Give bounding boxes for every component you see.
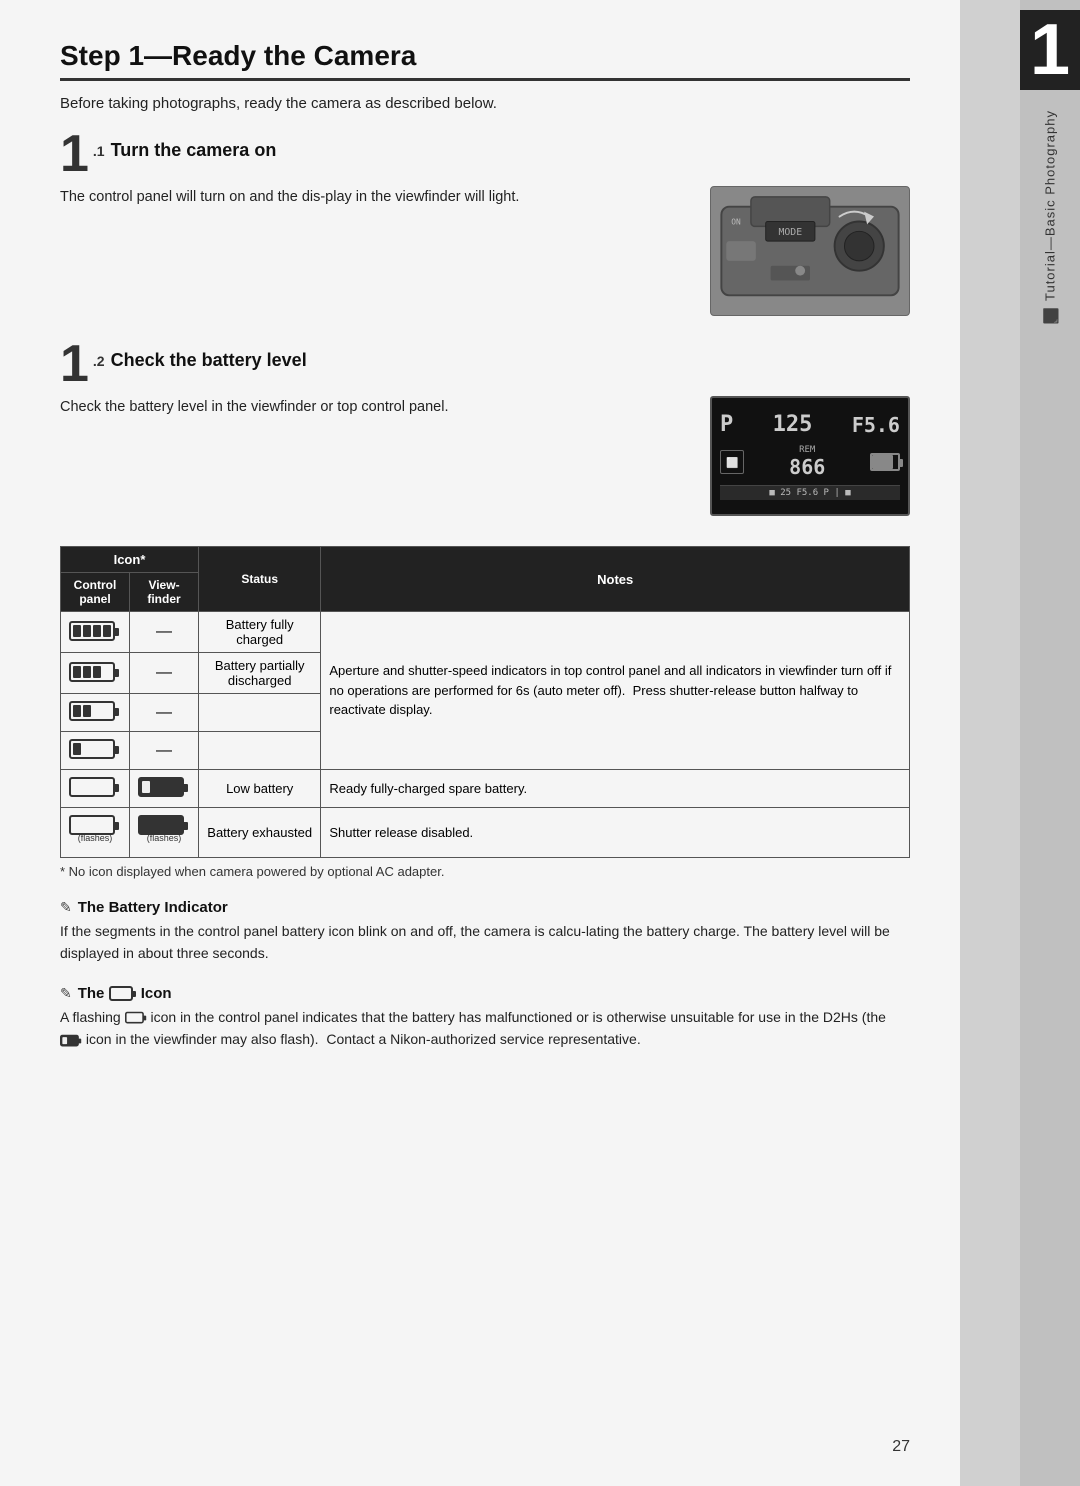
pencil-icon-2: ✎: [60, 985, 72, 1002]
pencil-icon-1: ✎: [60, 899, 72, 916]
battery-indicator-note: ✎ The Battery Indicator If the segments …: [60, 899, 910, 965]
status-6: Battery exhausted: [199, 808, 321, 858]
step-2-sub: .2: [93, 347, 105, 369]
step-1-number: 1: [60, 128, 89, 180]
note-title-2: The Icon: [78, 985, 172, 1002]
icon-note: ✎ The Icon A flashing icon in the contro…: [60, 985, 910, 1051]
note-body-2: A flashing icon in the control panel ind…: [60, 1006, 910, 1051]
svg-text:(flashes): (flashes): [147, 833, 182, 843]
step-1-sub: .1: [93, 137, 105, 159]
svg-text:MODE: MODE: [778, 227, 802, 238]
table-header-finder: View-finder: [130, 573, 199, 612]
intro-text: Before taking photographs, ready the cam…: [60, 95, 910, 112]
table-header-icon: Icon*: [61, 547, 199, 573]
status-1: Battery fully charged: [199, 612, 321, 653]
step-1-text: The control panel will turn on and the d…: [60, 186, 690, 209]
step-2-text: Check the battery level in the viewfinde…: [60, 396, 690, 419]
tab-text: Tutorial—Basic Photography: [1043, 110, 1058, 301]
inline-battery-icon-2: [60, 1034, 82, 1048]
step-1-section: 1 .1 Turn the camera on The control pane…: [60, 136, 910, 316]
table-row: — Battery fully charged Aperture and shu…: [61, 612, 910, 653]
note-body-1: If the segments in the control panel bat…: [60, 920, 910, 965]
battery-med-icon: [69, 699, 121, 723]
svg-text:ON: ON: [731, 217, 741, 226]
finder-icon-4: —: [130, 732, 199, 770]
note-header-2: ✎ The Icon: [60, 985, 910, 1002]
battery-full-icon: [69, 619, 121, 643]
battery-icon-med: [61, 694, 130, 732]
battery-table: Icon* Status Notes Controlpanel View-fin…: [60, 546, 910, 858]
inline-battery-icon: [125, 1011, 147, 1025]
notes-1: Aperture and shutter-speed indicators in…: [321, 612, 910, 770]
finder-icon-2: —: [130, 653, 199, 694]
step-2-section: 1 .2 Check the battery level Check the b…: [60, 346, 910, 516]
finder-icon-1: —: [130, 612, 199, 653]
lcd-bottom-text: ■ 25 F5.6 P | ■: [769, 488, 850, 498]
svg-text:(flashes): (flashes): [78, 833, 113, 843]
battery-icon-high: [61, 653, 130, 694]
tab-number: 1: [1020, 10, 1080, 90]
status-4: [199, 732, 321, 770]
tab-icon: ⬛: [1041, 307, 1059, 324]
table-row: (flashes) (flashes) Battery exhausted Sh…: [61, 808, 910, 858]
finder-icon-6: (flashes): [130, 808, 199, 858]
battery-icon-exhausted: (flashes): [61, 808, 130, 858]
step-2-body: Check the battery level in the viewfinde…: [60, 396, 910, 516]
page-number: 27: [892, 1438, 910, 1456]
right-tab: 1 ⬛ Tutorial—Basic Photography: [1020, 0, 1080, 1486]
main-content: Step 1—Ready the Camera Before taking ph…: [0, 0, 960, 1486]
battery-icon-full: [61, 612, 130, 653]
notes-5: Ready fully-charged spare battery.: [321, 770, 910, 808]
lcd-panel: P 125 F5.6 ⬜ REM 866: [710, 396, 910, 516]
step-1-header: 1 .1 Turn the camera on: [60, 136, 910, 180]
status-2: Battery partially discharged: [199, 653, 321, 694]
lcd-shutter: 125: [773, 412, 813, 437]
lcd-aperture: F5.6: [852, 413, 900, 437]
battery-table-wrapper: Icon* Status Notes Controlpanel View-fin…: [60, 546, 910, 879]
status-5: Low battery: [199, 770, 321, 808]
status-3: [199, 694, 321, 732]
table-header-notes: Notes: [321, 547, 910, 612]
notes-6: Shutter release disabled.: [321, 808, 910, 858]
table-header-status: Status: [199, 547, 321, 612]
battery-low-small-icon: [69, 737, 121, 761]
table-footnote: * No icon displayed when camera powered …: [60, 864, 910, 879]
step-1-body: The control panel will turn on and the d…: [60, 186, 910, 316]
step-2-header: 1 .2 Check the battery level: [60, 346, 910, 390]
battery-high-icon: [69, 660, 121, 684]
lcd-rem-value: 866: [789, 455, 825, 479]
battery-icon-low: [61, 770, 130, 808]
table-header-control: Controlpanel: [61, 573, 130, 612]
step-2-number: 1: [60, 338, 89, 390]
battery-exhausted-icon: (flashes): [69, 813, 121, 849]
step-1-image: MODE ON: [710, 186, 910, 316]
finder-icon-5: [130, 770, 199, 808]
table-row: Low battery Ready fully-charged spare ba…: [61, 770, 910, 808]
lcd-rem-label: REM: [789, 445, 825, 455]
note-title-1: The Battery Indicator: [78, 899, 228, 916]
battery-low-finder-icon: [138, 775, 190, 799]
battery-exhausted-finder-icon: (flashes): [138, 813, 190, 849]
lcd-top-row: P 125 F5.6: [720, 412, 900, 437]
tab-label: ⬛ Tutorial—Basic Photography: [1041, 110, 1059, 324]
note-header-1: ✎ The Battery Indicator: [60, 899, 910, 916]
lcd-mode: P: [720, 412, 733, 437]
finder-icon-3: —: [130, 694, 199, 732]
lcd-bottom-bar: ■ 25 F5.6 P | ■: [720, 485, 900, 500]
the-icon-battery: [109, 986, 137, 1002]
battery-icon-low-small: [61, 732, 130, 770]
battery-low-icon: [69, 775, 121, 799]
step-1-title: Turn the camera on: [107, 136, 277, 161]
page-title: Step 1—Ready the Camera: [60, 40, 910, 81]
step-2-title: Check the battery level: [107, 346, 307, 371]
camera-diagram: MODE ON: [711, 187, 909, 315]
